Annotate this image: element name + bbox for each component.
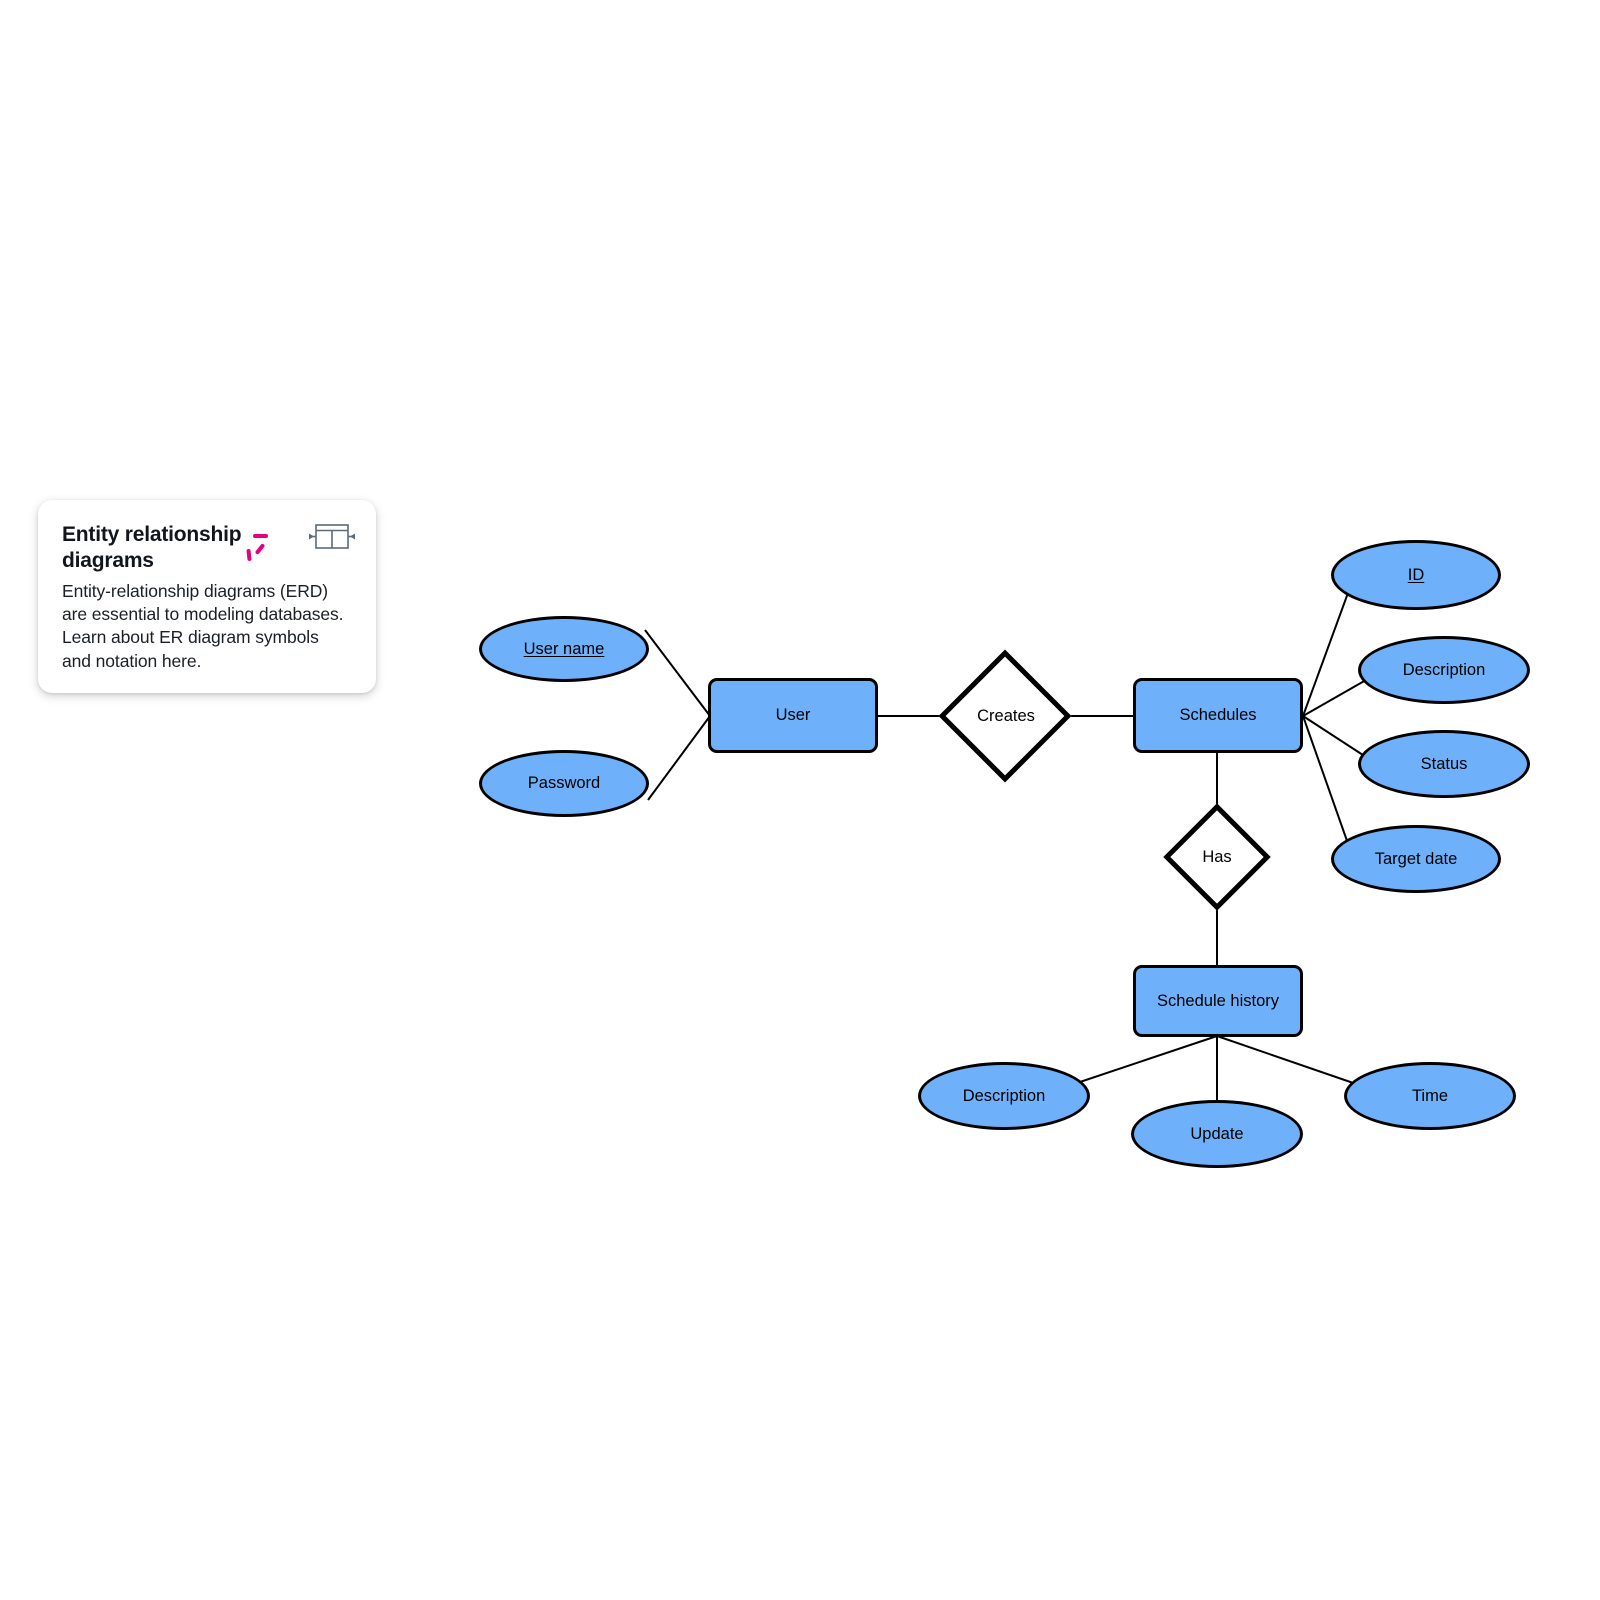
edge-schedules-status — [1302, 715, 1367, 758]
attribute-history-description[interactable]: Description — [918, 1062, 1090, 1130]
attribute-schedules-id[interactable]: ID — [1331, 540, 1501, 610]
edge-schedulehistory-time — [1216, 1035, 1363, 1087]
attribute-schedules-status-label: Status — [1420, 754, 1468, 773]
attribute-history-update[interactable]: Update — [1131, 1100, 1303, 1168]
attribute-password-label: Password — [527, 774, 601, 793]
attribute-user-name-label: User name — [523, 639, 605, 658]
attribute-password[interactable]: Password — [479, 750, 649, 817]
table-icon — [309, 524, 355, 549]
edge-layer — [644, 581, 1367, 1104]
entity-user-label: User — [775, 706, 811, 725]
card-title: Entity relationship diagrams — [62, 523, 242, 572]
attribute-history-time[interactable]: Time — [1344, 1062, 1516, 1130]
entity-schedule-history[interactable]: Schedule history — [1133, 965, 1303, 1037]
entity-user[interactable]: User — [708, 678, 878, 753]
edge-schedules-description — [1302, 679, 1367, 717]
attribute-user-name[interactable]: User name — [479, 616, 649, 682]
attribute-schedules-target-date-label: Target date — [1374, 849, 1458, 868]
attribute-schedules-status[interactable]: Status — [1358, 730, 1530, 798]
attribute-history-update-label: Update — [1190, 1124, 1244, 1143]
attribute-history-description-label: Description — [962, 1086, 1046, 1105]
er-diagram-canvas: User name Password User Creates Schedule… — [0, 0, 1600, 1600]
attribute-schedules-target-date[interactable]: Target date — [1331, 825, 1501, 893]
edge-username-user — [644, 629, 711, 717]
edge-schedules-id — [1302, 581, 1353, 717]
edge-password-user — [647, 715, 711, 801]
entity-schedules[interactable]: Schedules — [1133, 678, 1303, 753]
edge-schedulehistory-description — [1067, 1035, 1218, 1087]
attribute-history-time-label: Time — [1411, 1086, 1449, 1105]
entity-schedule-history-label: Schedule history — [1157, 991, 1279, 1010]
edge-schedules-targetdate — [1302, 715, 1353, 856]
entity-schedules-label: Schedules — [1179, 706, 1257, 725]
attribute-schedules-description[interactable]: Description — [1358, 636, 1530, 704]
attribute-schedules-id-label: ID — [1407, 565, 1425, 584]
attribute-schedules-description-label: Description — [1402, 660, 1486, 679]
